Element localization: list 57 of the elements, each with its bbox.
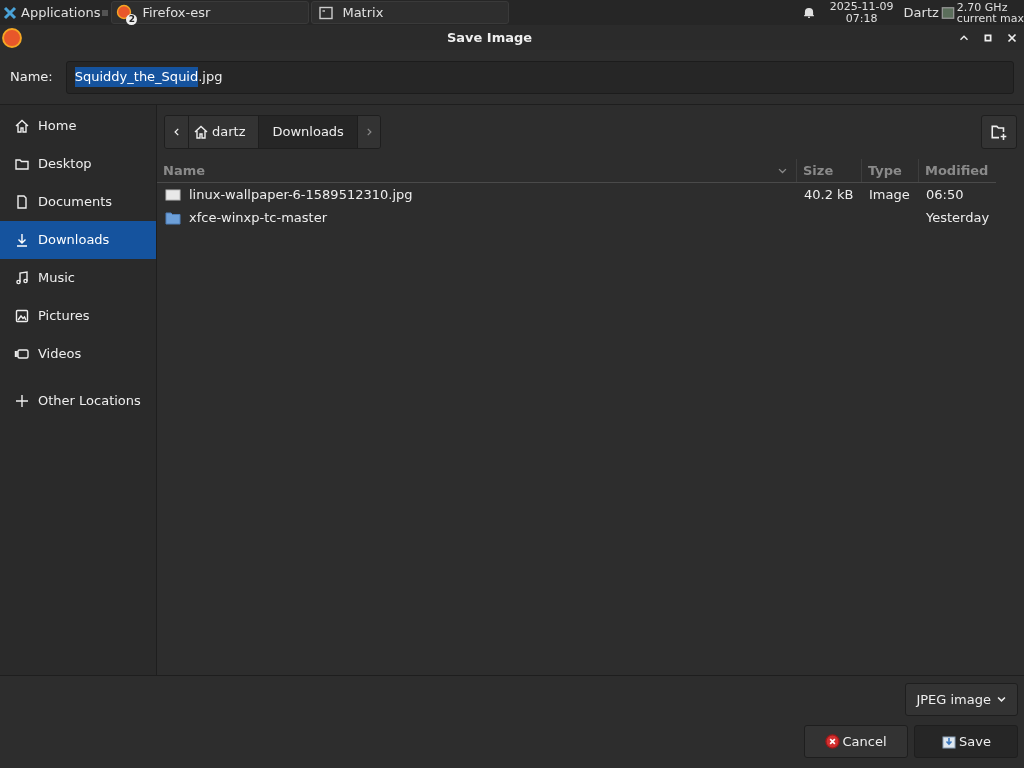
new-folder-icon <box>990 123 1008 141</box>
name-label: Name: <box>10 68 53 87</box>
sidebar-item[interactable]: Documents <box>0 183 156 221</box>
name-field[interactable]: Squiddy_the_Squid.jpg <box>65 60 1014 94</box>
column-header[interactable]: Size <box>796 159 861 182</box>
apps-menu-label[interactable]: Applications <box>21 2 101 23</box>
column-header[interactable]: Modified <box>918 159 996 182</box>
browser-icon <box>1 26 23 49</box>
taskbar-button[interactable]: Matrix <box>311 1 510 24</box>
column-header[interactable]: Type <box>861 159 918 182</box>
cancel-icon <box>825 734 841 749</box>
path-button[interactable]: Downloads <box>258 116 357 148</box>
sidebar-item[interactable]: Videos <box>0 335 156 373</box>
file-type-dropdown[interactable]: JPEG image <box>905 683 1018 716</box>
browser-icon <box>116 3 133 20</box>
sidebar-item[interactable]: Home <box>0 107 156 145</box>
save-button[interactable]: Save <box>914 725 1018 758</box>
date-text: 2025-11-09 <box>829 0 894 13</box>
column-header-text: Name <box>163 161 205 180</box>
user-name[interactable]: Dartz <box>903 2 939 23</box>
image-file-icon <box>165 186 181 203</box>
cancel-button[interactable]: Cancel <box>804 725 908 758</box>
count-badge: 2 <box>126 13 138 25</box>
new-folder-button[interactable] <box>981 115 1017 149</box>
folder-icon <box>165 209 181 226</box>
x-logo-icon <box>2 4 18 21</box>
folder-icon <box>14 156 30 172</box>
clock-text: 07:18 <box>845 12 878 25</box>
table-cell: 06:50 <box>926 186 964 202</box>
music-note-icon <box>14 270 30 286</box>
caret-down-icon <box>996 694 1007 705</box>
download-icon <box>14 232 30 248</box>
table-cell: Yesterday <box>926 209 990 225</box>
terminal-icon <box>318 4 335 21</box>
table-cell: 40.2 kB <box>804 186 854 202</box>
cpu-mode-text: current max <box>956 12 1024 24</box>
save-icon <box>941 733 958 750</box>
plus-icon <box>14 393 30 409</box>
file-name[interactable]: xfce-winxp-tc-master <box>189 207 327 228</box>
path-button[interactable]: dartz <box>188 116 259 148</box>
home-icon <box>14 118 30 134</box>
bell-icon <box>801 5 816 20</box>
sidebar-item[interactable]: Music <box>0 259 156 297</box>
cpu-frequency-text: 2.70 GHz <box>956 1 1009 13</box>
sidebar-item[interactable]: Desktop <box>0 145 156 183</box>
sidebar-item[interactable]: Downloads <box>0 221 156 259</box>
file-name[interactable]: linux-wallpaper-6-1589512310.jpg <box>189 184 413 205</box>
cpu-monitor-icon <box>940 5 955 20</box>
home-icon <box>193 124 209 140</box>
picture-icon <box>14 308 30 324</box>
video-icon <box>14 346 30 362</box>
document-icon <box>14 194 30 210</box>
sidebar-item[interactable]: Pictures <box>0 297 156 335</box>
window-title: Save Image <box>445 28 534 47</box>
taskbar-button[interactable]: 2 Firefox-esr <box>111 1 310 24</box>
sidebar-item[interactable]: Other Locations <box>0 382 156 420</box>
table-cell: Image <box>869 186 910 202</box>
